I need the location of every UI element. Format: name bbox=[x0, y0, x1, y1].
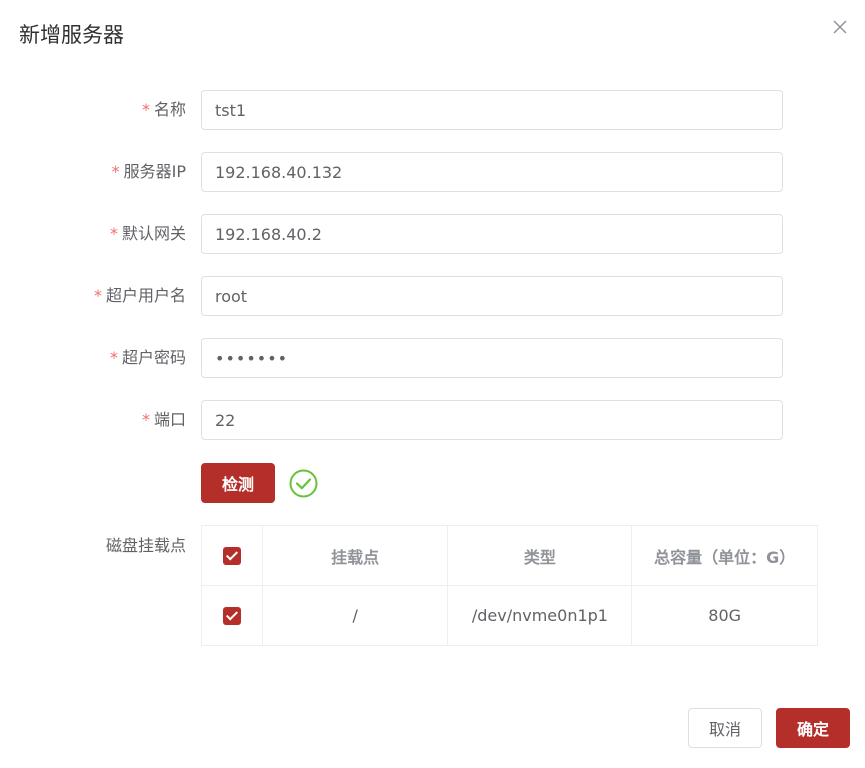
name-input[interactable] bbox=[202, 91, 782, 129]
server-ip-label: * 服务器IP bbox=[112, 152, 186, 192]
form-row-root-username: * 超户用户名 bbox=[0, 276, 865, 316]
row-checkbox[interactable] bbox=[222, 607, 241, 626]
confirm-button[interactable]: 确定 bbox=[776, 708, 850, 748]
port-field-wrapper bbox=[201, 400, 783, 440]
name-label: * 名称 bbox=[142, 90, 186, 130]
check-circle-icon bbox=[289, 469, 318, 498]
cancel-button[interactable]: 取消 bbox=[688, 708, 762, 748]
add-server-dialog: 新增服务器 *名称 *服务器IP *默认网关 *超户用户名 *超户密码 *端口 … bbox=[0, 0, 865, 768]
gateway-label: * 默认网关 bbox=[110, 214, 186, 254]
form-row-server-ip: * 服务器IP bbox=[0, 152, 865, 192]
detect-button[interactable]: 检测 bbox=[201, 463, 275, 503]
row-select-cell bbox=[201, 585, 263, 646]
required-mark: * bbox=[111, 162, 120, 181]
select-all-cell bbox=[201, 525, 263, 586]
name-field-wrapper bbox=[201, 90, 783, 130]
root-username-label-text: 超户用户名 bbox=[105, 286, 186, 305]
port-label: * 端口 bbox=[142, 400, 186, 440]
server-ip-input[interactable] bbox=[202, 153, 782, 191]
root-password-field-wrapper bbox=[201, 338, 783, 378]
close-icon[interactable] bbox=[830, 17, 850, 37]
table-row: / /dev/nvme0n1p1 80G bbox=[201, 585, 818, 646]
column-header-type: 类型 bbox=[447, 525, 633, 586]
gateway-label-text: 默认网关 bbox=[121, 224, 186, 243]
root-username-label: * 超户用户名 bbox=[94, 276, 186, 316]
mount-cell: / bbox=[261, 585, 449, 646]
port-label-text: 端口 bbox=[153, 410, 186, 429]
port-input[interactable] bbox=[202, 401, 782, 439]
disk-mount-table: 挂载点 类型 总容量（单位：G） / /dev/nvme0n1p1 80G bbox=[201, 525, 818, 646]
form-row-name: * 名称 bbox=[0, 90, 865, 130]
form-row-port: * 端口 bbox=[0, 400, 865, 440]
type-cell: /dev/nvme0n1p1 bbox=[447, 585, 633, 646]
root-password-input[interactable] bbox=[202, 339, 782, 377]
gateway-input[interactable] bbox=[202, 215, 782, 253]
form-row-root-password: * 超户密码 bbox=[0, 338, 865, 378]
dialog-title: 新增服务器 bbox=[19, 23, 124, 47]
name-label-text: 名称 bbox=[153, 100, 186, 119]
form-row-gateway: * 默认网关 bbox=[0, 214, 865, 254]
required-mark: * bbox=[109, 348, 118, 367]
column-header-capacity: 总容量（单位：G） bbox=[631, 525, 818, 586]
root-password-label: * 超户密码 bbox=[110, 338, 186, 378]
capacity-cell: 80G bbox=[631, 585, 818, 646]
required-mark: * bbox=[141, 410, 150, 429]
server-ip-field-wrapper bbox=[201, 152, 783, 192]
required-mark: * bbox=[141, 100, 150, 119]
required-mark: * bbox=[93, 286, 102, 305]
disk-mount-label: 磁盘挂载点 bbox=[105, 536, 186, 555]
root-username-field-wrapper bbox=[201, 276, 783, 316]
root-username-input[interactable] bbox=[202, 277, 782, 315]
required-mark: * bbox=[109, 224, 118, 243]
select-all-checkbox[interactable] bbox=[222, 547, 241, 566]
root-password-label-text: 超户密码 bbox=[121, 348, 186, 367]
gateway-field-wrapper bbox=[201, 214, 783, 254]
column-header-mount: 挂载点 bbox=[261, 525, 449, 586]
server-ip-label-text: 服务器IP bbox=[123, 162, 186, 181]
table-header-row: 挂载点 类型 总容量（单位：G） bbox=[201, 525, 818, 586]
